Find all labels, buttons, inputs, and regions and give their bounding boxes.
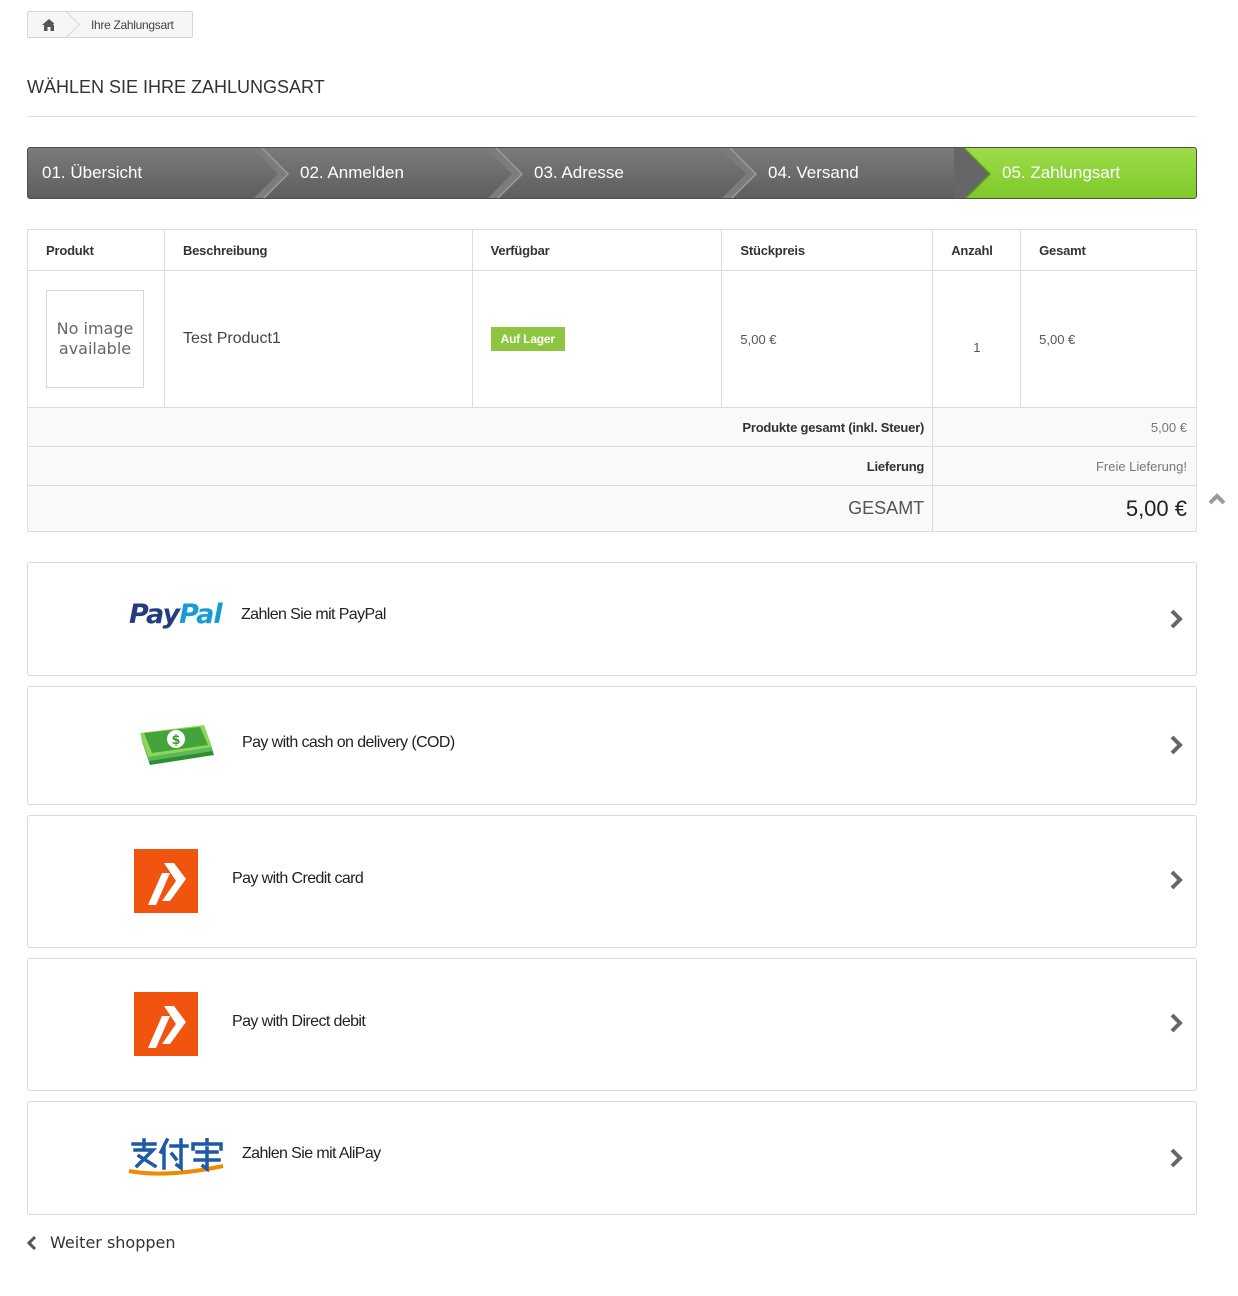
payment-provider-icon	[134, 992, 198, 1056]
table-row: No image available Test Product1 Auf Lag…	[27, 270, 1197, 408]
breadcrumb: Ihre Zahlungsart	[27, 11, 193, 38]
scroll-to-top-icon[interactable]	[1207, 491, 1227, 507]
checkout-steps: 01. Übersicht 02. Anmelden 03. Adresse 0…	[27, 147, 1197, 199]
breadcrumb-home[interactable]	[28, 12, 70, 37]
payment-label: Pay with Direct debit	[232, 1013, 366, 1030]
quantity-cell: 1	[932, 270, 1022, 408]
step-separator	[720, 148, 758, 198]
chevron-right-icon	[1170, 870, 1183, 890]
subtotal-row: Produkte gesamt (inkl. Steuer) 5,00 €	[26, 407, 1197, 447]
step-separator	[252, 148, 290, 198]
payment-option-alipay[interactable]: Zahlen Sie mit AliPay	[27, 1101, 1197, 1215]
chevron-right-icon	[1170, 609, 1183, 629]
table-header-row: Produkt Beschreibung Verfügbar Stückprei…	[27, 229, 1197, 271]
header-unit-price: Stückpreis	[721, 229, 934, 271]
subtotal-label: Produkte gesamt (inkl. Steuer)	[26, 407, 934, 447]
chevron-right-icon	[1170, 735, 1183, 755]
home-icon	[42, 18, 56, 31]
payment-option-credit-card[interactable]: Pay with Credit card	[27, 815, 1197, 948]
page-title: WÄHLEN SIE IHRE ZAHLUNGSART	[27, 77, 325, 97]
step-shipping[interactable]: 04. Versand	[768, 148, 859, 198]
product-image-placeholder[interactable]: No image available	[46, 290, 144, 388]
shipping-row: Lieferung Freie Lieferung!	[26, 446, 1197, 486]
subtotal-value: 5,00 €	[932, 407, 1197, 447]
product-description-cell: Test Product1	[163, 270, 473, 408]
continue-shopping-link[interactable]: Weiter shoppen	[26, 1233, 176, 1252]
header-product: Produkt	[27, 229, 165, 271]
payment-label: Pay with Credit card	[232, 870, 364, 887]
step-payment: 05. Zahlungsart	[1002, 163, 1121, 182]
continue-shopping-label: Weiter shoppen	[50, 1233, 176, 1252]
total-value: 5,00 €	[932, 485, 1197, 532]
breadcrumb-current: Ihre Zahlungsart	[91, 17, 174, 32]
step-separator	[486, 148, 524, 198]
payment-label: Zahlen Sie mit AliPay	[242, 1145, 381, 1162]
chevron-right-icon	[1170, 1013, 1183, 1033]
payment-option-direct-debit[interactable]: Pay with Direct debit	[27, 958, 1197, 1091]
line-total-cell: 5,00 €	[1020, 270, 1197, 408]
cash-icon: $	[140, 725, 214, 765]
title-divider	[27, 116, 1197, 117]
svg-text:$: $	[171, 733, 180, 748]
header-total: Gesamt	[1020, 229, 1197, 271]
header-availability: Verfügbar	[471, 229, 723, 271]
step-separator	[954, 148, 992, 198]
product-availability-cell: Auf Lager	[471, 270, 723, 408]
payment-option-paypal[interactable]: PayPal Zahlen Sie mit PayPal	[27, 562, 1197, 676]
unit-price-cell: 5,00 €	[721, 270, 934, 408]
availability-badge: Auf Lager	[490, 327, 565, 351]
total-row: GESAMT 5,00 €	[26, 485, 1197, 532]
payment-provider-icon	[134, 849, 198, 913]
payment-option-cod[interactable]: $ Pay with cash on delivery (COD)	[27, 686, 1197, 805]
shipping-value: Freie Lieferung!	[932, 446, 1197, 486]
cart-summary-table: Produkt Beschreibung Verfügbar Stückprei…	[26, 229, 1197, 532]
alipay-logo	[128, 1138, 224, 1176]
product-name[interactable]: Test Product1	[183, 330, 281, 347]
header-quantity: Anzahl	[932, 229, 1022, 271]
step-login[interactable]: 02. Anmelden	[300, 148, 404, 198]
total-label: GESAMT	[26, 485, 934, 532]
step-address[interactable]: 03. Adresse	[534, 148, 624, 198]
header-description: Beschreibung	[163, 229, 473, 271]
step-overview[interactable]: 01. Übersicht	[42, 148, 142, 198]
product-image-cell: No image available	[27, 270, 165, 408]
payment-label: Pay with cash on delivery (COD)	[242, 734, 455, 751]
payment-label: Zahlen Sie mit PayPal	[241, 606, 386, 623]
chevron-right-icon	[1170, 1148, 1183, 1168]
shipping-label: Lieferung	[26, 446, 934, 486]
quantity-value: 1	[973, 339, 981, 355]
chevron-left-icon	[26, 1235, 37, 1250]
paypal-logo: PayPal	[129, 599, 223, 630]
